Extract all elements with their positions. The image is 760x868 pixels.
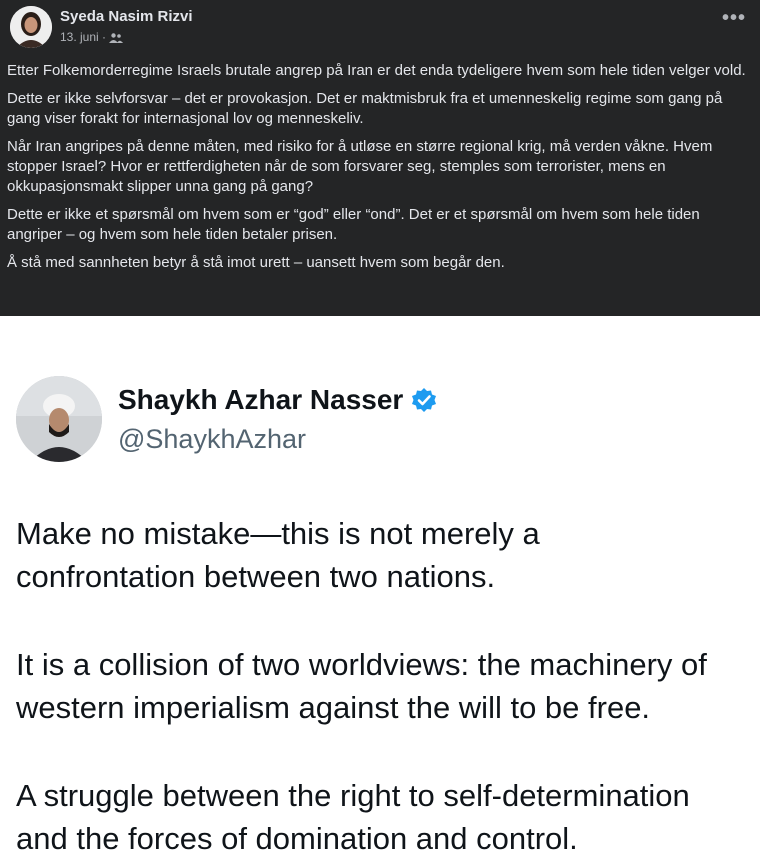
- post-paragraph: Dette er ikke et spørsmål om hvem som er…: [7, 206, 700, 243]
- more-options-icon[interactable]: •••: [716, 8, 752, 38]
- tweet-paragraph: It is a collision of two worldviews: the…: [16, 643, 760, 729]
- friends-icon[interactable]: [109, 32, 124, 43]
- post-date[interactable]: 13. juni ·: [60, 30, 106, 44]
- tweet-text: Make no mistake—this is not merely a con…: [16, 512, 760, 868]
- tweet-avatar[interactable]: [16, 376, 102, 462]
- tweet-paragraph: A struggle between the right to self-det…: [16, 774, 760, 860]
- author-name[interactable]: Syeda Nasim Rizvi: [60, 8, 193, 25]
- tweet-line: confrontation between two nations.: [16, 559, 496, 594]
- verified-badge-icon: [411, 387, 437, 413]
- post-paragraph: Å stå med sannheten betyr å stå imot ure…: [7, 254, 505, 271]
- tweet-line: and the forces of domination and control…: [16, 821, 578, 856]
- post-paragraph: Når Iran angripes på denne måten, med ri…: [7, 138, 713, 195]
- tweet-handle[interactable]: @ShaykhAzhar: [118, 424, 306, 455]
- tweet-paragraph: Make no mistake—this is not merely a con…: [16, 512, 760, 598]
- tweet-line: Make no mistake—this is not merely a: [16, 516, 540, 551]
- tweet-line: It is a collision of two worldviews: the…: [16, 647, 707, 682]
- post-meta: 13. juni ·: [60, 30, 124, 44]
- tweet-line: A struggle between the right to self-det…: [16, 778, 690, 813]
- post-paragraph: Dette er ikke selvforsvar – det er provo…: [7, 90, 723, 127]
- tweet-author-name[interactable]: Shaykh Azhar Nasser: [118, 384, 403, 416]
- tweet-name-row: Shaykh Azhar Nasser: [118, 384, 437, 416]
- tweet-line: western imperialism against the will to …: [16, 690, 651, 725]
- tweet-card: Shaykh Azhar Nasser @ShaykhAzhar Make no…: [0, 316, 760, 868]
- post-paragraph: Etter Folkemorderregime Israels brutale …: [7, 62, 746, 79]
- facebook-post: Syeda Nasim Rizvi 13. juni · ••• Etter F…: [0, 0, 760, 316]
- post-text: Etter Folkemorderregime Israels brutale …: [7, 61, 755, 281]
- author-avatar[interactable]: [10, 6, 52, 48]
